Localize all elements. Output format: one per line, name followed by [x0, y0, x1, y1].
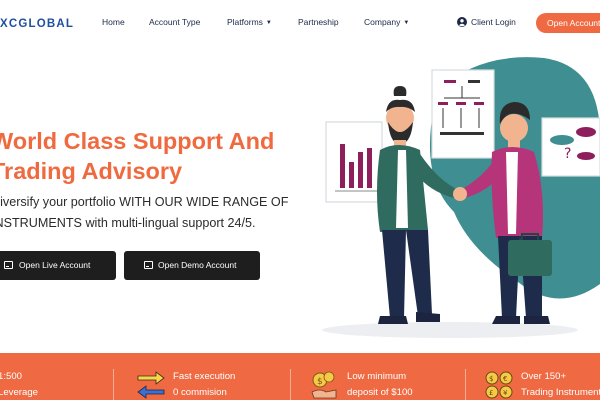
feature-line: Leverage [0, 387, 39, 398]
nav-item-account-type[interactable]: Account Type [149, 17, 200, 27]
site-header: XCGLOBAL Home Account Type Platforms ▼ Pa… [0, 0, 600, 46]
feature-divider [113, 369, 114, 400]
nav-item-company[interactable]: Company ▼ [364, 17, 409, 27]
nav-item-platforms[interactable]: Platforms ▼ [227, 17, 272, 27]
open-demo-account-button[interactable]: Open Demo Account [124, 251, 260, 280]
svg-text:€: € [503, 375, 507, 383]
feature-line: 0 commision [173, 387, 227, 398]
hair-bun [393, 86, 407, 96]
svg-text:$: $ [317, 377, 323, 387]
hero-subtitle: Diversify your portfolio WITH OUR WIDE R… [0, 192, 288, 234]
currency-coins-icon: $ € £ ¥ [485, 371, 513, 399]
hero-subtitle-line: Diversify your portfolio WITH OUR WIDE R… [0, 195, 289, 209]
arrows-exchange-icon [137, 371, 165, 399]
feature-instruments: Over 150+ Trading Instruments [521, 369, 600, 400]
handshake-illustration: ? [322, 57, 600, 338]
svg-text:¥: ¥ [503, 389, 508, 397]
feature-line: deposit of $100 [347, 387, 413, 398]
feature-divider [290, 369, 291, 400]
open-account-button[interactable]: Open Account [536, 13, 600, 33]
features-strip: 1:500 Leverage Fast execution 0 commisio… [0, 353, 600, 400]
feature-line: Trading Instruments [521, 387, 600, 398]
feature-line: Low minimum [347, 371, 407, 382]
account-icon [144, 261, 153, 269]
nav-item-label: Account Type [149, 17, 201, 27]
button-label: Open Demo Account [158, 260, 237, 270]
svg-text:?: ? [564, 146, 571, 162]
nav-item-label: Company [364, 17, 401, 27]
nav-item-label: Platforms [227, 17, 263, 27]
feature-line: Over 150+ [521, 371, 567, 382]
client-login-link[interactable]: Client Login [457, 17, 516, 27]
nav-item-home[interactable]: Home [102, 17, 125, 27]
hero-subtitle-line: INSTRUMENTS with multi-lingual support 2… [0, 216, 256, 230]
svg-text:$: $ [489, 375, 493, 383]
client-login-label: Client Login [471, 17, 516, 27]
right-man-head [500, 114, 528, 142]
hero-title-line: World Class Support And [0, 128, 275, 154]
feature-execution: Fast execution 0 commision [173, 369, 235, 400]
feature-leverage: 1:500 Leverage [0, 369, 38, 400]
feature-deposit: Low minimum deposit of $100 [347, 369, 413, 400]
nav-item-partneship[interactable]: Partneship [298, 17, 339, 27]
feature-line: 1:500 [0, 371, 23, 382]
coin-deposit-icon: $ [311, 371, 337, 399]
briefcase [508, 240, 552, 276]
feature-line: Fast execution [173, 371, 236, 382]
chevron-down-icon: ▼ [265, 20, 272, 26]
chevron-down-icon: ▼ [403, 20, 410, 26]
nav-item-label: Partneship [298, 17, 339, 27]
svg-text:£: £ [489, 389, 493, 397]
handshake-hands [453, 187, 467, 201]
flowchart-board [431, 69, 495, 159]
nav-item-label: Home [102, 17, 125, 27]
feature-divider [465, 369, 466, 400]
user-circle-icon [457, 17, 467, 27]
account-icon [4, 261, 13, 269]
hero-title-line: Trading Advisory [0, 158, 183, 184]
hero-title: World Class Support And Trading Advisory [0, 126, 274, 186]
button-label: Open Live Account [19, 260, 91, 270]
open-live-account-button[interactable]: Open Live Account [0, 251, 116, 280]
brand-logo[interactable]: XCGLOBAL [0, 18, 74, 30]
